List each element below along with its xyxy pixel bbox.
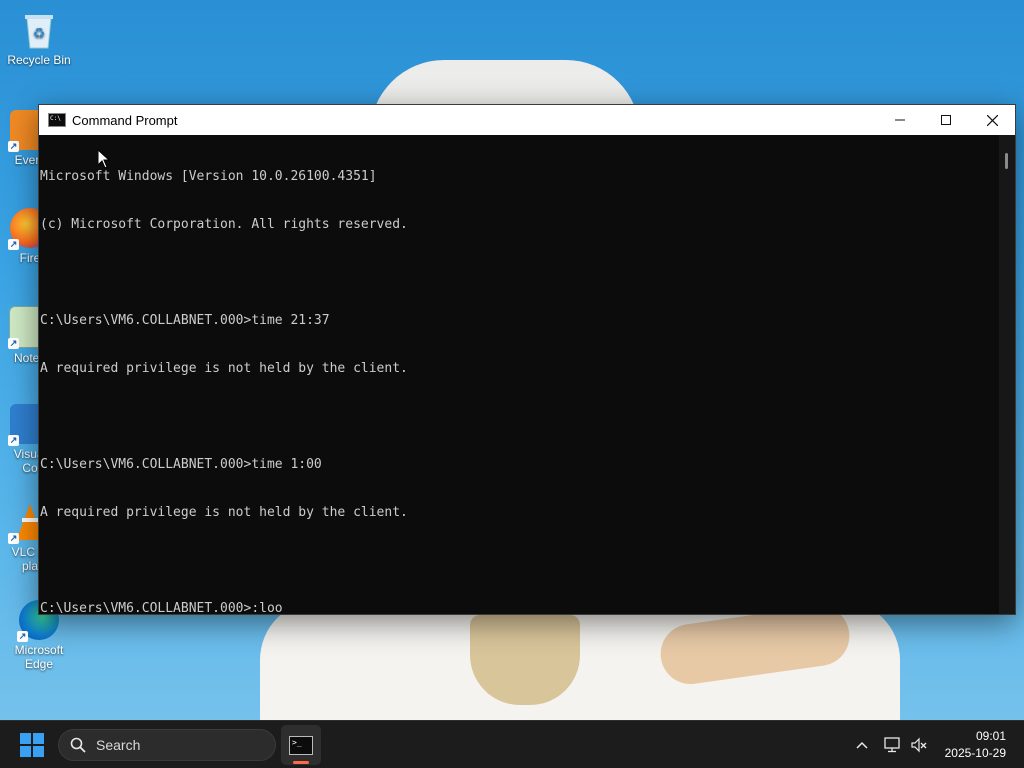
- shortcut-arrow-icon: ↗: [8, 338, 19, 349]
- desktop-icon-label: Recycle Bin: [7, 53, 71, 67]
- clock-time: 09:01: [975, 729, 1006, 743]
- cmd-app-icon: [48, 113, 66, 127]
- shortcut-arrow-icon: ↗: [8, 239, 19, 250]
- window-title: Command Prompt: [72, 112, 178, 128]
- minimize-button[interactable]: [877, 105, 923, 135]
- console-line: (c) Microsoft Corporation. All rights re…: [40, 217, 408, 232]
- windows-logo-tile: [20, 746, 31, 757]
- scrollbar-thumb[interactable]: [1005, 153, 1008, 169]
- shortcut-arrow-icon: ↗: [8, 141, 19, 152]
- close-icon: [986, 114, 998, 126]
- windows-logo-tile: [33, 733, 44, 744]
- minimize-icon: [895, 119, 905, 121]
- taskbar: 09:01 2025-10-29: [0, 720, 1024, 768]
- window-controls: [877, 105, 1015, 135]
- network-button[interactable]: [883, 735, 903, 755]
- windows-logo-tile: [33, 746, 44, 757]
- shortcut-arrow-icon: ↗: [8, 435, 19, 446]
- chevron-up-icon: [856, 741, 868, 749]
- console-line: A required privilege is not held by the …: [40, 505, 408, 520]
- taskbar-search[interactable]: [58, 729, 276, 761]
- window-titlebar[interactable]: Command Prompt: [39, 105, 1015, 135]
- mouse-pointer-icon: [98, 150, 110, 169]
- close-button[interactable]: [969, 105, 1015, 135]
- desktop-icon-recycle-bin[interactable]: ♻ Recycle Bin: [1, 10, 77, 67]
- console-prompt-line[interactable]: C:\Users\VM6.COLLABNET.000>:loo: [40, 601, 999, 617]
- shortcut-arrow-icon: ↗: [8, 533, 19, 544]
- console-output[interactable]: Microsoft Windows [Version 10.0.26100.43…: [39, 135, 999, 617]
- start-button[interactable]: [20, 733, 44, 757]
- console-scrollbar[interactable]: [999, 135, 1015, 614]
- console-line: C:\Users\VM6.COLLABNET.000>time 1:00: [40, 457, 322, 472]
- shortcut-arrow-icon: ↗: [17, 631, 28, 642]
- console-line: A required privilege is not held by the …: [40, 361, 408, 376]
- console-line: Microsoft Windows [Version 10.0.26100.43…: [40, 169, 377, 184]
- volume-button[interactable]: [909, 735, 929, 755]
- maximize-icon: [941, 115, 951, 125]
- console-line: C:\Users\VM6.COLLABNET.000>time 21:37: [40, 313, 330, 328]
- taskbar-app-terminal[interactable]: [281, 725, 321, 765]
- command-prompt-window[interactable]: Command Prompt Microsoft Windows [Versio…: [38, 104, 1016, 617]
- terminal-icon: [289, 735, 313, 755]
- maximize-button[interactable]: [923, 105, 969, 135]
- search-input[interactable]: [94, 736, 268, 754]
- network-monitor-icon: [884, 737, 900, 753]
- show-hidden-icons-button[interactable]: [852, 735, 872, 755]
- taskbar-clock[interactable]: 09:01 2025-10-29: [945, 728, 1006, 762]
- windows-logo-tile: [20, 733, 31, 744]
- recycle-bin-icon: ♻: [19, 10, 59, 50]
- svg-text:♻: ♻: [33, 26, 46, 42]
- clock-date: 2025-10-29: [944, 746, 1006, 760]
- search-icon: [70, 737, 86, 753]
- speaker-muted-icon: [911, 737, 927, 753]
- running-indicator: [293, 761, 309, 764]
